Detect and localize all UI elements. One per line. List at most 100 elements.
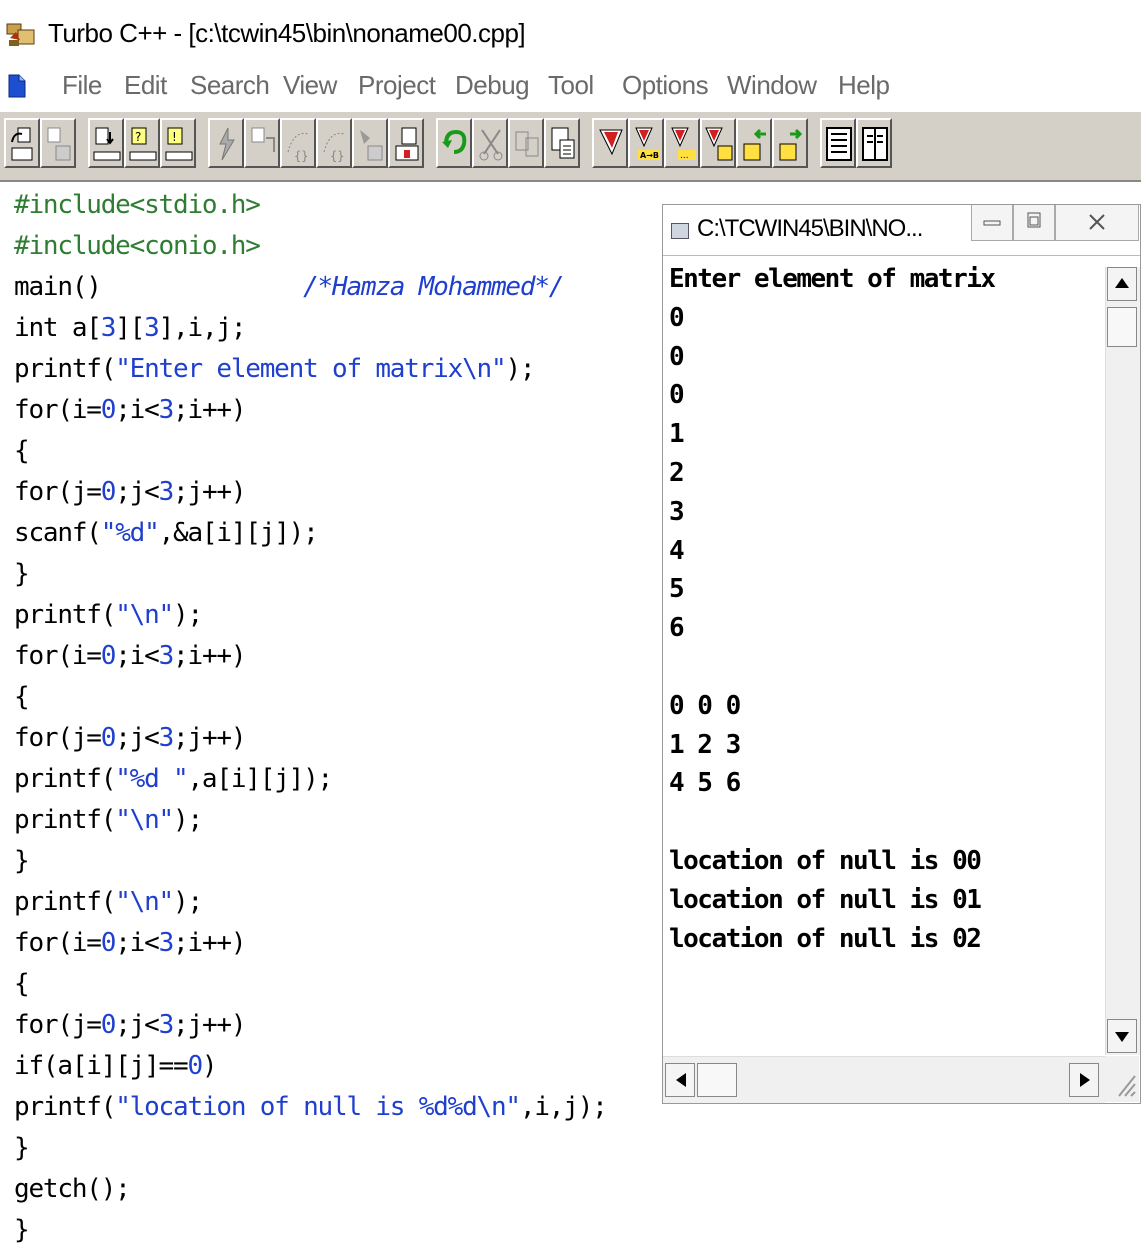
horizontal-scroll-thumb[interactable]: [697, 1063, 737, 1097]
svg-text:{}: {}: [330, 149, 344, 163]
scroll-left-arrow-icon[interactable]: [665, 1063, 695, 1097]
code-token: for(j=: [14, 1010, 102, 1040]
menu-tool[interactable]: Tool: [548, 70, 594, 101]
menu-search[interactable]: Search: [190, 70, 270, 101]
menu-edit[interactable]: Edit: [124, 70, 167, 101]
paste-icon[interactable]: [544, 118, 580, 168]
code-token: ;i++): [173, 928, 246, 958]
code-token: 3: [144, 313, 160, 343]
search-icon[interactable]: [592, 118, 628, 168]
code-line: }: [14, 846, 30, 876]
code-token: main(): [14, 272, 102, 302]
compile-icon[interactable]: [88, 118, 124, 168]
code-token: 3: [158, 477, 175, 507]
code-token: ,&a[i][j]);: [158, 518, 319, 548]
code-token: 3: [100, 313, 117, 343]
inspect-icon[interactable]: [352, 118, 388, 168]
console-output-line: Enter element of matrix: [669, 264, 996, 294]
window-cascade-icon[interactable]: [820, 118, 856, 168]
run-icon[interactable]: [208, 118, 244, 168]
code-token: int a[: [14, 313, 102, 343]
code-line: printf("%d ",a[i][j]);: [14, 764, 333, 794]
code-token: 0: [100, 641, 117, 671]
code-token: 0: [100, 1010, 117, 1040]
console-output-line: 0 0 0: [669, 690, 741, 721]
window-tile-icon[interactable]: [856, 118, 892, 168]
vertical-scrollbar[interactable]: [1105, 267, 1140, 1055]
code-token: scanf(: [14, 518, 102, 548]
code-line: for(j=0;j<3;j++): [14, 723, 247, 753]
console-output-line: location of null is 02: [669, 923, 982, 954]
window-title: Turbo C++ - [c:\tcwin45\bin\noname00.cpp…: [48, 18, 526, 48]
console-output: Enter element of matrix 0 0 0 1 2 3 4 5 6 0 0 0 1 2…: [663, 256, 1103, 1054]
code-line: printf("\n");: [14, 600, 203, 630]
make-icon[interactable]: ?: [124, 118, 160, 168]
browse-icon[interactable]: [700, 118, 736, 168]
turbo-cpp-app-icon[interactable]: [6, 22, 36, 48]
code-line: printf("location of null is %d%d\n",i,j)…: [14, 1092, 608, 1122]
svg-text:!: !: [172, 130, 177, 144]
code-token: ;j<: [115, 1010, 160, 1040]
code-token: 3: [158, 395, 175, 425]
build-icon[interactable]: !: [160, 118, 196, 168]
code-token: ;i++): [173, 641, 246, 671]
copy-icon[interactable]: [508, 118, 544, 168]
code-token: ;j<: [115, 723, 160, 753]
code-token: ],i,j;: [158, 313, 247, 343]
code-token: 0: [100, 928, 117, 958]
menu-debug[interactable]: Debug: [455, 70, 530, 101]
console-title-bar[interactable]: C:\TCWIN45\BIN\NO...: [663, 205, 1140, 256]
trace-into-icon[interactable]: {}: [280, 118, 316, 168]
save-project-icon[interactable]: [40, 118, 76, 168]
code-token: printf(: [14, 764, 116, 794]
next-icon[interactable]: [772, 118, 808, 168]
step-over-icon[interactable]: [244, 118, 280, 168]
close-button[interactable]: [1055, 205, 1139, 241]
scroll-right-arrow-icon[interactable]: [1069, 1063, 1099, 1097]
horizontal-scrollbar[interactable]: [663, 1056, 1105, 1103]
minimize-button[interactable]: [971, 205, 1013, 241]
previous-icon[interactable]: [736, 118, 772, 168]
cut-icon[interactable]: [472, 118, 508, 168]
menu-view[interactable]: View: [283, 70, 337, 101]
document-icon[interactable]: [8, 74, 26, 98]
code-token: {: [14, 969, 30, 999]
console-output-line: 6: [669, 613, 685, 644]
console-output-line: 3: [669, 496, 685, 527]
code-token: );: [173, 600, 203, 630]
menu-options[interactable]: Options: [622, 70, 709, 101]
code-token: 0: [100, 395, 117, 425]
console-output-line: location of null is 01: [669, 884, 982, 915]
code-line: printf("\n");: [14, 805, 203, 835]
code-token: /*Hamza Mohammed*/: [100, 272, 564, 302]
scroll-down-arrow-icon[interactable]: [1107, 1019, 1137, 1053]
menu-help[interactable]: Help: [838, 70, 890, 101]
maximize-button[interactable]: [1013, 205, 1055, 241]
evaluate-icon[interactable]: [388, 118, 424, 168]
console-output-line: 0: [669, 302, 685, 333]
console-output-line: 0: [669, 380, 685, 411]
code-token: for(i=: [14, 928, 102, 958]
resize-grip-icon[interactable]: [1105, 1056, 1139, 1102]
code-token: for(j=: [14, 723, 102, 753]
toolbar: ? ! {} {} A→B ...: [0, 112, 1141, 182]
replace-icon[interactable]: A→B: [628, 118, 664, 168]
menu-window[interactable]: Window: [727, 70, 817, 101]
open-project-icon[interactable]: [4, 118, 40, 168]
code-token: ;i<: [115, 395, 160, 425]
code-line: }: [14, 1133, 30, 1163]
vertical-scroll-thumb[interactable]: [1107, 307, 1137, 347]
code-line: main() /*Hamza Mohammed*/: [14, 272, 564, 302]
code-line: for(j=0;j<3;j++): [14, 477, 247, 507]
undo-icon[interactable]: [436, 118, 472, 168]
code-token: 3: [158, 928, 175, 958]
menu-project[interactable]: Project: [358, 70, 436, 101]
code-token: 0: [100, 723, 117, 753]
scroll-up-arrow-icon[interactable]: [1107, 267, 1137, 301]
code-token: }: [14, 846, 30, 876]
search-again-icon[interactable]: ...: [664, 118, 700, 168]
code-token: 0: [187, 1051, 203, 1081]
breakpoint-icon[interactable]: {}: [316, 118, 352, 168]
menu-file[interactable]: File: [62, 70, 102, 101]
svg-text:?: ?: [135, 130, 141, 144]
